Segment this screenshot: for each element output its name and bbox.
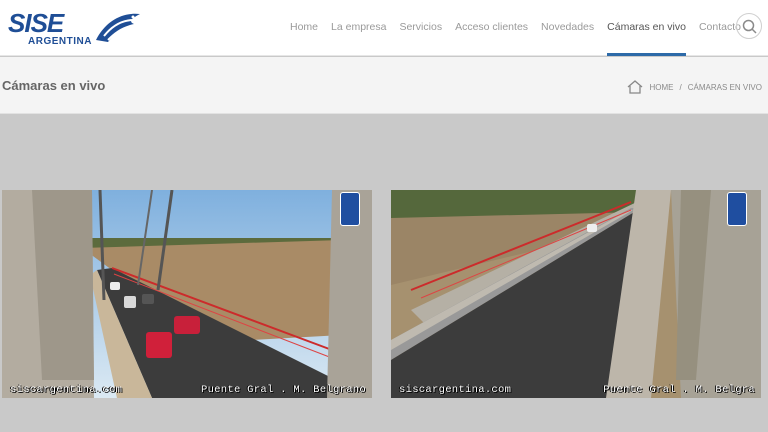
breadcrumb: HOME / CÁMARAS EN VIVO	[626, 79, 762, 95]
camera-2-site-watermark: siscargentina.com	[399, 384, 512, 396]
nav-novedades[interactable]: Novedades	[541, 0, 594, 56]
nav-home[interactable]: Home	[290, 0, 318, 56]
nav-acceso-clientes[interactable]: Acceso clientes	[455, 0, 528, 56]
page-title-bar: Cámaras en vivo HOME / CÁMARAS EN VIVO	[0, 57, 768, 114]
camera-2-location-label: Puente Gral . M. Belgra	[603, 384, 755, 396]
brand-subtitle: ARGENTINA	[28, 36, 92, 47]
home-icon[interactable]	[626, 79, 644, 95]
main-nav: Home La empresa Servicios Acceso cliente…	[290, 0, 754, 56]
camera-2-image	[391, 190, 761, 398]
breadcrumb-separator: /	[679, 82, 682, 92]
camera-feed-2[interactable]: siscargentina.com Puente Gral . M. Belgr…	[391, 190, 761, 398]
nav-la-empresa[interactable]: La empresa	[331, 0, 386, 56]
sise-badge-icon	[727, 192, 747, 226]
eagle-logo-icon	[96, 13, 140, 42]
camera-1-image	[2, 190, 372, 398]
camera-feed-1[interactable]: siscargentina.com Puente Gral . M. Belgr…	[2, 190, 372, 398]
site-header: SISE ARGENTINA Home La empresa Servicios…	[0, 0, 768, 56]
breadcrumb-current: CÁMARAS EN VIVO	[687, 82, 762, 92]
brand-name: SISE	[8, 8, 64, 38]
nav-servicios[interactable]: Servicios	[399, 0, 442, 56]
sise-badge-icon	[340, 192, 360, 226]
brand-logo[interactable]: SISE ARGENTINA	[4, 6, 144, 47]
page-title: Cámaras en vivo	[2, 78, 106, 93]
nav-contacto[interactable]: Contacto	[699, 0, 741, 56]
breadcrumb-home-link[interactable]: HOME	[650, 83, 674, 92]
camera-1-site-watermark: siscargentina.com	[10, 384, 123, 396]
search-button[interactable]	[736, 13, 762, 39]
search-icon	[742, 19, 757, 34]
camera-1-location-label: Puente Gral . M. Belgrano	[200, 384, 366, 396]
nav-camaras-en-vivo[interactable]: Cámaras en vivo	[607, 0, 686, 56]
